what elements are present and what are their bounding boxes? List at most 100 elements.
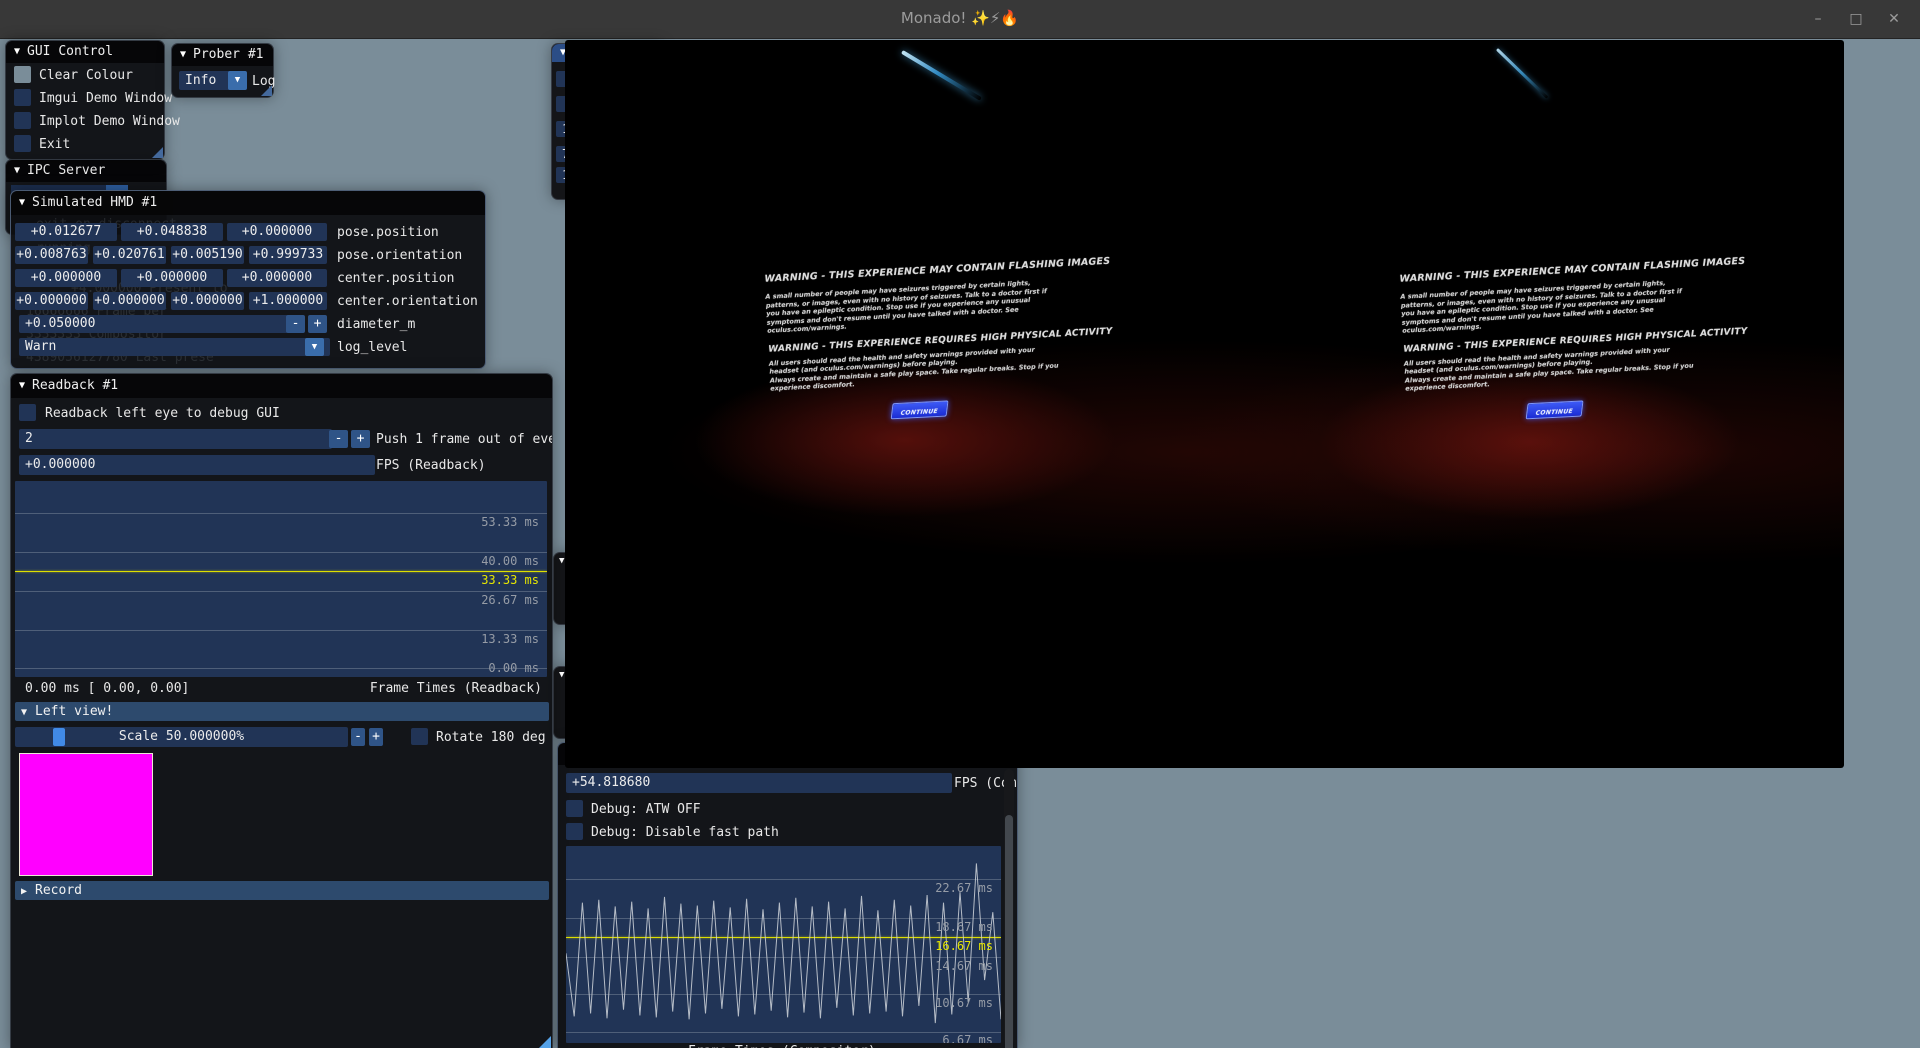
- right-eye-warning-panel: WARNING - THIS EXPERIENCE MAY CONTAIN FL…: [1399, 258, 1702, 425]
- resize-grip-icon[interactable]: [152, 147, 163, 158]
- left-view-image: [19, 753, 153, 876]
- push-frame-field[interactable]: 2: [19, 429, 332, 449]
- pose-position-x[interactable]: +0.012677: [15, 223, 117, 241]
- tick-label: 18.67 ms: [935, 920, 993, 934]
- prober-title: Prober #1: [193, 47, 263, 62]
- tick-label: 10.67 ms: [935, 996, 993, 1010]
- scrollbar-thumb[interactable]: [1005, 815, 1013, 1048]
- readback-titlebar[interactable]: ▼ Readback #1: [11, 374, 552, 398]
- collapse-triangle-icon: ▼: [19, 374, 25, 398]
- exit-label: Exit: [39, 137, 70, 152]
- clear-colour-swatch[interactable]: [14, 66, 31, 83]
- log-level-label: log_level: [337, 340, 407, 355]
- exit-button[interactable]: [14, 135, 31, 152]
- scale-slider-label: Scale 50.000000%: [119, 729, 244, 744]
- collapse-triangle-icon: ▼: [19, 191, 25, 215]
- imgui-demo-checkbox[interactable]: [14, 89, 31, 106]
- rotate-180-checkbox[interactable]: [411, 728, 428, 745]
- tick-label: 14.67 ms: [935, 959, 993, 973]
- compositor-frametime-plot[interactable]: 22.67 ms 18.67 ms 16.67 ms 14.67 ms 10.6…: [566, 846, 1001, 1043]
- compositor-debug-window: ▼ +54.818680 FPS (Compositor) Debug: ATW…: [557, 742, 1018, 1048]
- readback-left-eye-checkbox[interactable]: [19, 404, 36, 421]
- gridline: [15, 513, 547, 514]
- scale-plus-button[interactable]: +: [369, 728, 383, 746]
- gridline: [15, 591, 547, 592]
- slider-grab[interactable]: [53, 728, 65, 746]
- readback-window: ▼Readback #1 Readback left eye to debug …: [10, 373, 553, 1048]
- combo-arrow-icon[interactable]: ▼: [228, 71, 247, 90]
- push-frame-plus-button[interactable]: +: [351, 430, 370, 448]
- center-orientation-y[interactable]: +0.000000: [93, 292, 166, 310]
- gui-control-title: GUI Control: [27, 44, 113, 59]
- tick-label: 0.00 ms: [488, 661, 539, 675]
- center-orientation-x[interactable]: +0.000000: [15, 292, 88, 310]
- record-header-label: Record: [35, 883, 82, 898]
- readback-title: Readback #1: [32, 378, 118, 393]
- readback-plot-stats: 0.00 ms [ 0.00, 0.00]: [25, 681, 189, 696]
- diameter-minus-button[interactable]: -: [286, 315, 305, 333]
- compositor-plot-footer: Frame Times (Compositor): [688, 1044, 876, 1048]
- pose-position-z[interactable]: +0.000000: [227, 223, 327, 241]
- prober-log-level-combo[interactable]: Info: [179, 71, 233, 90]
- scrollbar-track[interactable]: [1004, 769, 1014, 1045]
- maximize-button[interactable]: □: [1844, 8, 1868, 30]
- compositor-fps-field[interactable]: +54.818680: [566, 773, 952, 793]
- gui-control-titlebar[interactable]: ▼ GUI Control: [6, 41, 164, 63]
- center-orientation-z[interactable]: +0.000000: [171, 292, 244, 310]
- pose-orientation-y[interactable]: +0.020761: [93, 246, 166, 264]
- simulated-hmd-titlebar[interactable]: ▼ Simulated HMD #1: [11, 191, 485, 215]
- pose-orientation-label: pose.orientation: [337, 248, 462, 263]
- push-frame-minus-button[interactable]: -: [329, 430, 348, 448]
- simulated-hmd-title: Simulated HMD #1: [32, 195, 157, 210]
- imgui-demo-label: Imgui Demo Window: [39, 91, 172, 106]
- readback-frametime-plot[interactable]: 53.33 ms 40.00 ms 33.33 ms 26.67 ms 13.3…: [15, 481, 547, 677]
- minimize-button[interactable]: –: [1806, 8, 1830, 30]
- debug-atw-checkbox[interactable]: [566, 800, 583, 817]
- debug-fastpath-checkbox[interactable]: [566, 823, 583, 840]
- diameter-field[interactable]: +0.050000: [19, 315, 288, 333]
- pose-orientation-z[interactable]: +0.005190: [171, 246, 244, 264]
- continue-label: CONTINUE: [1534, 404, 1573, 419]
- center-position-x[interactable]: +0.000000: [15, 269, 117, 287]
- diameter-plus-button[interactable]: +: [308, 315, 327, 333]
- simulated-hmd-window: ▼Simulated HMD #1 exit on disconnect run…: [10, 190, 486, 369]
- tick-label-target: 33.33 ms: [481, 573, 539, 587]
- readback-fps-field[interactable]: +0.000000: [19, 455, 375, 475]
- resize-grip-icon[interactable]: [261, 85, 272, 96]
- resize-grip-icon[interactable]: [539, 1036, 551, 1048]
- ipc-server-titlebar[interactable]: ▼IPC Server: [6, 160, 166, 182]
- collapse-triangle-icon: ▼: [180, 44, 186, 66]
- record-header[interactable]: ▶ Record: [15, 881, 549, 900]
- tick-label: 13.33 ms: [481, 632, 539, 646]
- pose-position-y[interactable]: +0.048838: [121, 223, 223, 241]
- gui-control-window: ▼GUI Control Clear Colour Imgui Demo Win…: [5, 40, 165, 160]
- collapse-triangle-icon: ▶: [21, 886, 27, 897]
- left-view-header[interactable]: ▼Left view!: [15, 702, 549, 721]
- center-orientation-w[interactable]: +1.000000: [249, 292, 327, 310]
- controller-streak-left: [901, 50, 982, 101]
- collapse-triangle-icon: ▼: [14, 41, 20, 63]
- tick-label-target: 16.67 ms: [935, 939, 993, 953]
- compositor-output-view: WARNING - THIS EXPERIENCE MAY CONTAIN FL…: [565, 40, 1844, 768]
- center-position-z[interactable]: +0.000000: [227, 269, 327, 287]
- log-level-combo[interactable]: Warn: [19, 338, 330, 356]
- implot-demo-label: Implot Demo Window: [39, 114, 180, 129]
- center-position-y[interactable]: +0.000000: [121, 269, 223, 287]
- gridline: [15, 630, 547, 631]
- pose-orientation-x[interactable]: +0.008763: [15, 246, 88, 264]
- scale-slider[interactable]: Scale 50.000000%: [15, 727, 348, 747]
- implot-demo-checkbox[interactable]: [14, 112, 31, 129]
- continue-label: CONTINUE: [899, 404, 938, 419]
- warning-body-1: A small number of people may have seizur…: [1400, 277, 1697, 335]
- prober-window: ▼Prober #1 Info ▼ Log: [171, 43, 274, 98]
- prober-titlebar[interactable]: ▼ Prober #1: [172, 44, 273, 66]
- center-position-label: center.position: [337, 271, 454, 286]
- combo-arrow-icon[interactable]: ▼: [305, 338, 324, 356]
- tick-label: 26.67 ms: [481, 593, 539, 607]
- close-button[interactable]: ✕: [1882, 8, 1906, 30]
- debug-atw-label: Debug: ATW OFF: [591, 802, 701, 817]
- left-eye-warning-panel: WARNING - THIS EXPERIENCE MAY CONTAIN FL…: [764, 258, 1067, 425]
- scale-minus-button[interactable]: -: [351, 728, 365, 746]
- pose-orientation-w[interactable]: +0.999733: [249, 246, 327, 264]
- ipc-server-title: IPC Server: [27, 163, 105, 178]
